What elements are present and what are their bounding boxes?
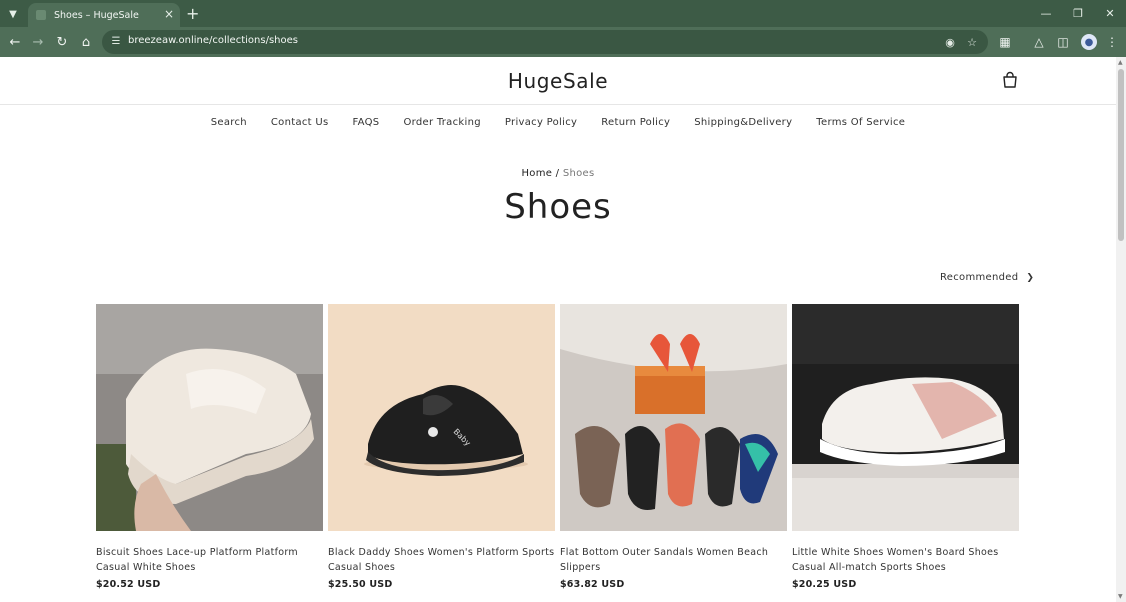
scroll-down-arrow-icon[interactable]: ▼ [1118, 593, 1123, 600]
main-menu: Search Contact Us FAQS Order Tracking Pr… [0, 117, 1116, 128]
product-price: $20.52 USD [96, 579, 161, 590]
product-title[interactable]: Flat Bottom Outer Sandals Women Beach Sl… [560, 545, 787, 575]
restore-icon[interactable]: ❐ [1062, 0, 1094, 27]
window-controls: — ❐ ✕ [1030, 0, 1126, 27]
profile-avatar-icon[interactable]: ● [1081, 34, 1097, 50]
reload-icon[interactable]: ↻ [52, 32, 72, 52]
product-title[interactable]: Biscuit Shoes Lace-up Platform Platform … [96, 545, 323, 575]
labs-flask-icon[interactable]: △ [1029, 32, 1049, 52]
product-image-white-pink-sneaker[interactable] [792, 304, 1019, 531]
product-card[interactable]: Baby Black Daddy Shoes Women's Platform … [328, 304, 555, 590]
product-card[interactable]: Flat Bottom Outer Sandals Women Beach Sl… [560, 304, 787, 590]
menu-item-faqs[interactable]: FAQS [341, 117, 392, 128]
site-header: HugeSale [0, 57, 1116, 105]
site-info-icon[interactable]: ☰ [110, 35, 122, 47]
product-price: $25.50 USD [328, 579, 393, 590]
chevron-down-icon: ❯ [1026, 272, 1035, 283]
cart-bag-icon[interactable] [1001, 71, 1019, 89]
tab-search-chevron-icon[interactable]: ▼ [4, 5, 22, 23]
scrollbar-thumb[interactable] [1118, 69, 1124, 241]
page-scrollbar[interactable]: ▲ ▼ [1116, 57, 1126, 602]
browser-tab-bar: ▼ Shoes – HugeSale × + — ❐ ✕ [0, 0, 1126, 27]
scroll-up-arrow-icon[interactable]: ▲ [1118, 59, 1123, 66]
bookmark-star-icon[interactable]: ☆ [964, 34, 980, 50]
browser-toolbar: ← → ↻ ⌂ ☰ breezeaw.online/collections/sh… [0, 27, 1126, 57]
favicon-icon [36, 10, 46, 20]
menu-item-contact-us[interactable]: Contact Us [259, 117, 341, 128]
extensions-icon[interactable]: ▦ [995, 32, 1015, 52]
product-card[interactable]: Little White Shoes Women's Board Shoes C… [792, 304, 1019, 590]
product-image-white-platform-sneaker[interactable] [96, 304, 323, 531]
web-page: HugeSale Search Contact Us FAQS Order Tr… [0, 57, 1116, 602]
product-image-black-chunky-sneaker[interactable]: Baby [328, 304, 555, 531]
store-logo[interactable]: HugeSale [0, 69, 1116, 93]
back-arrow-icon[interactable]: ← [5, 32, 25, 52]
product-title[interactable]: Black Daddy Shoes Women's Platform Sport… [328, 545, 555, 575]
menu-item-terms-of-service[interactable]: Terms Of Service [804, 117, 917, 128]
product-title[interactable]: Little White Shoes Women's Board Shoes C… [792, 545, 1019, 575]
home-icon[interactable]: ⌂ [76, 32, 96, 52]
product-image-flat-sandals[interactable] [560, 304, 787, 531]
tab-close-icon[interactable]: × [164, 7, 174, 21]
menu-item-shipping-delivery[interactable]: Shipping&Delivery [682, 117, 804, 128]
eye-off-icon[interactable]: ◉ [942, 34, 958, 50]
url-text: breezeaw.online/collections/shoes [128, 35, 298, 46]
breadcrumb: Home / Shoes [0, 168, 1116, 179]
forward-arrow-icon[interactable]: → [28, 32, 48, 52]
close-window-icon[interactable]: ✕ [1094, 0, 1126, 27]
new-tab-plus-icon[interactable]: + [186, 4, 199, 23]
collection-title: Shoes [504, 187, 612, 227]
tab-title: Shoes – HugeSale [54, 9, 139, 21]
product-card[interactable]: Biscuit Shoes Lace-up Platform Platform … [96, 304, 323, 590]
menu-item-search[interactable]: Search [199, 117, 259, 128]
product-price: $63.82 USD [560, 579, 625, 590]
product-price: $20.25 USD [792, 579, 857, 590]
menu-item-return-policy[interactable]: Return Policy [589, 117, 682, 128]
address-bar[interactable]: ☰ breezeaw.online/collections/shoes ◉ ☆ [102, 30, 988, 54]
sort-label: Recommended [940, 272, 1019, 283]
side-panel-icon[interactable]: ◫ [1053, 32, 1073, 52]
breadcrumb-home[interactable]: Home [521, 168, 552, 179]
breadcrumb-current: Shoes [562, 168, 595, 179]
menu-item-privacy-policy[interactable]: Privacy Policy [493, 117, 589, 128]
sort-dropdown[interactable]: Recommended ❯ [940, 272, 1034, 283]
more-menu-icon[interactable]: ⋮ [1102, 32, 1122, 52]
browser-tab[interactable]: Shoes – HugeSale × [28, 3, 180, 27]
breadcrumb-separator: / [552, 168, 563, 179]
minimize-icon[interactable]: — [1030, 0, 1062, 27]
menu-item-order-tracking[interactable]: Order Tracking [391, 117, 492, 128]
